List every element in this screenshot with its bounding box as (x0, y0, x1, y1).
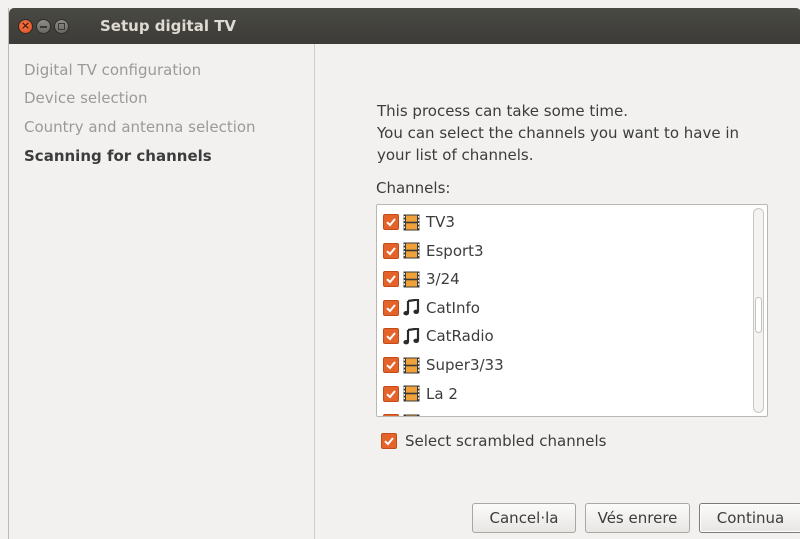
description-line: You can select the channels you want to … (377, 124, 740, 142)
scrambled-label: Select scrambled channels (405, 432, 607, 450)
channel-checkbox[interactable] (383, 385, 399, 402)
channel-name: CatInfo (426, 298, 480, 317)
channel-checkbox[interactable] (383, 414, 399, 417)
tv-icon (403, 385, 420, 402)
title-bar: × Setup digital TV (9, 8, 800, 44)
channel-row[interactable]: La 2 (383, 383, 458, 405)
description-line: This process can take some time. (377, 102, 629, 120)
channel-row[interactable]: Super3/33 (383, 354, 504, 376)
checkmark-icon (386, 246, 396, 256)
scrollbar-thumb[interactable] (755, 297, 762, 333)
channel-checkbox[interactable] (383, 242, 399, 259)
checkmark-icon (386, 304, 396, 313)
channel-row[interactable] (383, 411, 426, 417)
window-title: Setup digital TV (100, 17, 237, 35)
channel-row[interactable]: TV3 (383, 211, 455, 233)
tv-icon (403, 242, 420, 259)
tv-icon (403, 214, 420, 231)
music-note-icon (403, 327, 420, 345)
channel-checkbox[interactable] (383, 271, 399, 288)
steps-sidebar: Digital TV configuration Device selectio… (9, 44, 315, 539)
cancel-button[interactable]: Cancel·la (472, 503, 576, 533)
scrambled-channels-option[interactable]: Select scrambled channels (381, 431, 606, 451)
checkmark-icon (386, 275, 396, 284)
channel-row[interactable]: CatRadio (383, 325, 494, 347)
tv-icon (403, 271, 420, 288)
checkmark-icon (386, 389, 396, 399)
checkmark-icon (386, 332, 396, 341)
step-digital-tv-configuration: Digital TV configuration (24, 61, 202, 79)
back-button[interactable]: Vés enrere (585, 503, 690, 533)
channels-label: Channels: (376, 179, 451, 197)
main-content: This process can take some time. You can… (315, 44, 800, 539)
continue-button[interactable]: Continua (699, 503, 800, 533)
tv-icon (403, 357, 420, 374)
scrambled-checkbox[interactable] (381, 433, 397, 449)
channel-row[interactable]: CatInfo (383, 297, 480, 319)
step-device-selection: Device selection (24, 89, 148, 107)
channel-checkbox[interactable] (383, 357, 399, 373)
description-line: your list of channels. (377, 146, 534, 164)
checkmark-icon (386, 218, 396, 227)
description-text: This process can take some time. You can… (377, 100, 777, 166)
channel-row[interactable]: 3/24 (383, 268, 460, 290)
channel-name: La 2 (426, 384, 458, 403)
step-scanning-for-channels: Scanning for channels (24, 147, 212, 165)
music-note-icon (403, 299, 420, 316)
channels-list[interactable]: TV3 Esport3 3/24 CatInfo CatRadio Super3/33 La… (376, 204, 768, 417)
close-window-button[interactable]: × (18, 19, 33, 34)
channel-name: Esport3 (426, 241, 484, 260)
channel-name: Super3/33 (426, 356, 504, 374)
channel-checkbox[interactable] (383, 299, 399, 316)
channel-row[interactable]: Esport3 (383, 240, 484, 262)
channel-checkbox[interactable] (383, 214, 399, 230)
minimize-window-button[interactable] (36, 19, 51, 34)
maximize-window-button[interactable] (54, 19, 69, 34)
channel-name: TV3 (426, 213, 455, 231)
channel-name: 3/24 (426, 270, 460, 289)
checkmark-icon (386, 361, 396, 370)
channel-checkbox[interactable] (383, 328, 399, 345)
tv-icon (403, 414, 420, 416)
dialog-window: × Setup digital TV Digital TV configurat… (8, 8, 800, 539)
step-country-antenna-selection: Country and antenna selection (24, 118, 256, 136)
channels-scrollbar[interactable] (753, 208, 764, 413)
channel-name: CatRadio (426, 327, 494, 346)
checkmark-icon (384, 437, 394, 446)
checkmark-icon (385, 416, 397, 417)
